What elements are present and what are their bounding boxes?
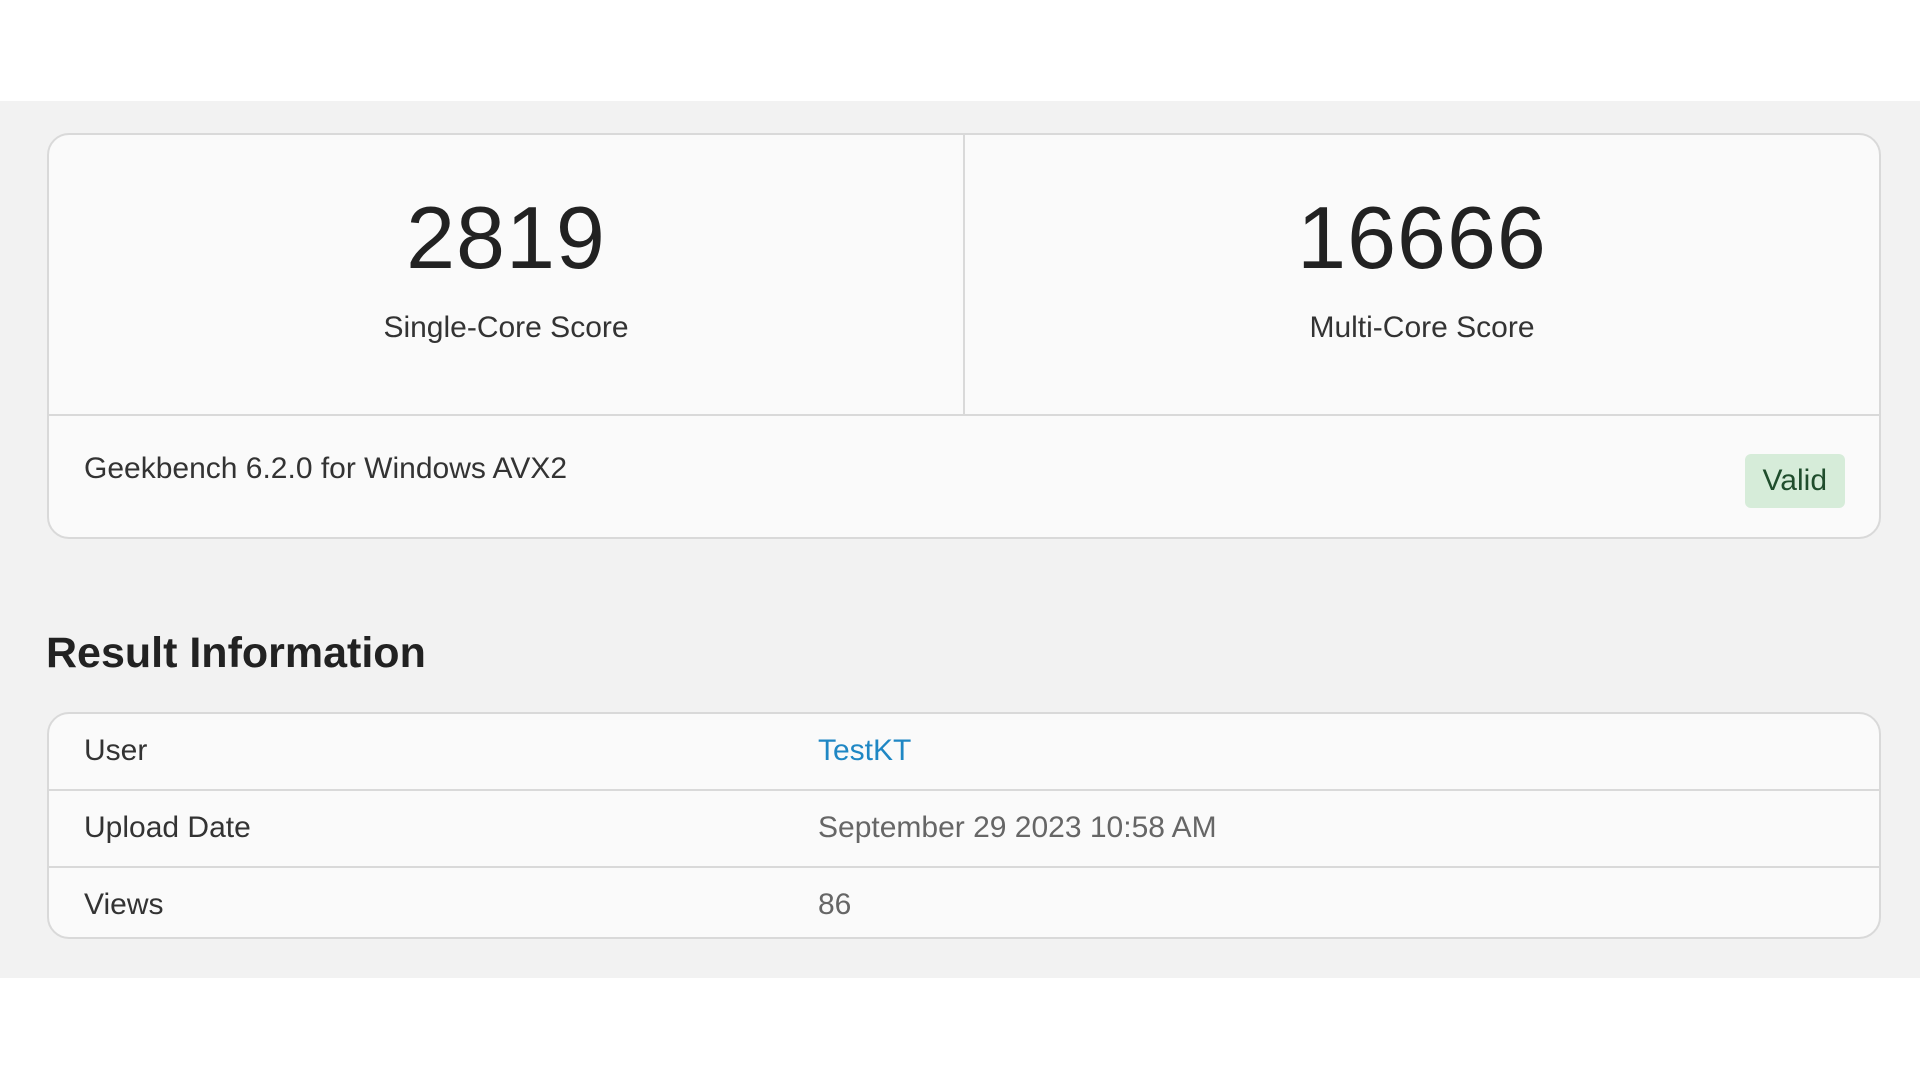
single-core-panel: 2819 Single-Core Score bbox=[49, 135, 965, 414]
multi-core-panel: 16666 Multi-Core Score bbox=[965, 135, 1879, 414]
single-core-score-label: Single-Core Score bbox=[383, 311, 629, 344]
score-card: 2819 Single-Core Score 16666 Multi-Core … bbox=[47, 133, 1881, 539]
upload-date-value: September 29 2023 10:58 AM bbox=[818, 811, 1217, 844]
version-row: Geekbench 6.2.0 for Windows AVX2 Valid bbox=[49, 416, 1879, 537]
user-label: User bbox=[84, 734, 148, 767]
multi-core-score-value: 16666 bbox=[1297, 188, 1547, 287]
result-information-heading: Result Information bbox=[46, 629, 426, 677]
result-information-table: User TestKT Upload Date September 29 202… bbox=[47, 712, 1881, 939]
upload-date-label: Upload Date bbox=[84, 811, 251, 844]
user-link[interactable]: TestKT bbox=[818, 734, 911, 768]
views-label: Views bbox=[84, 888, 164, 921]
table-row: Upload Date September 29 2023 10:58 AM bbox=[49, 791, 1879, 868]
single-core-score-value: 2819 bbox=[406, 188, 606, 287]
table-row: Views 86 bbox=[49, 868, 1879, 937]
scores-row: 2819 Single-Core Score 16666 Multi-Core … bbox=[49, 135, 1879, 416]
table-row: User TestKT bbox=[49, 714, 1879, 791]
valid-status-badge: Valid bbox=[1744, 454, 1845, 508]
benchmark-version: Geekbench 6.2.0 for Windows AVX2 bbox=[84, 452, 568, 485]
views-value: 86 bbox=[818, 888, 852, 921]
multi-core-score-label: Multi-Core Score bbox=[1309, 311, 1535, 344]
